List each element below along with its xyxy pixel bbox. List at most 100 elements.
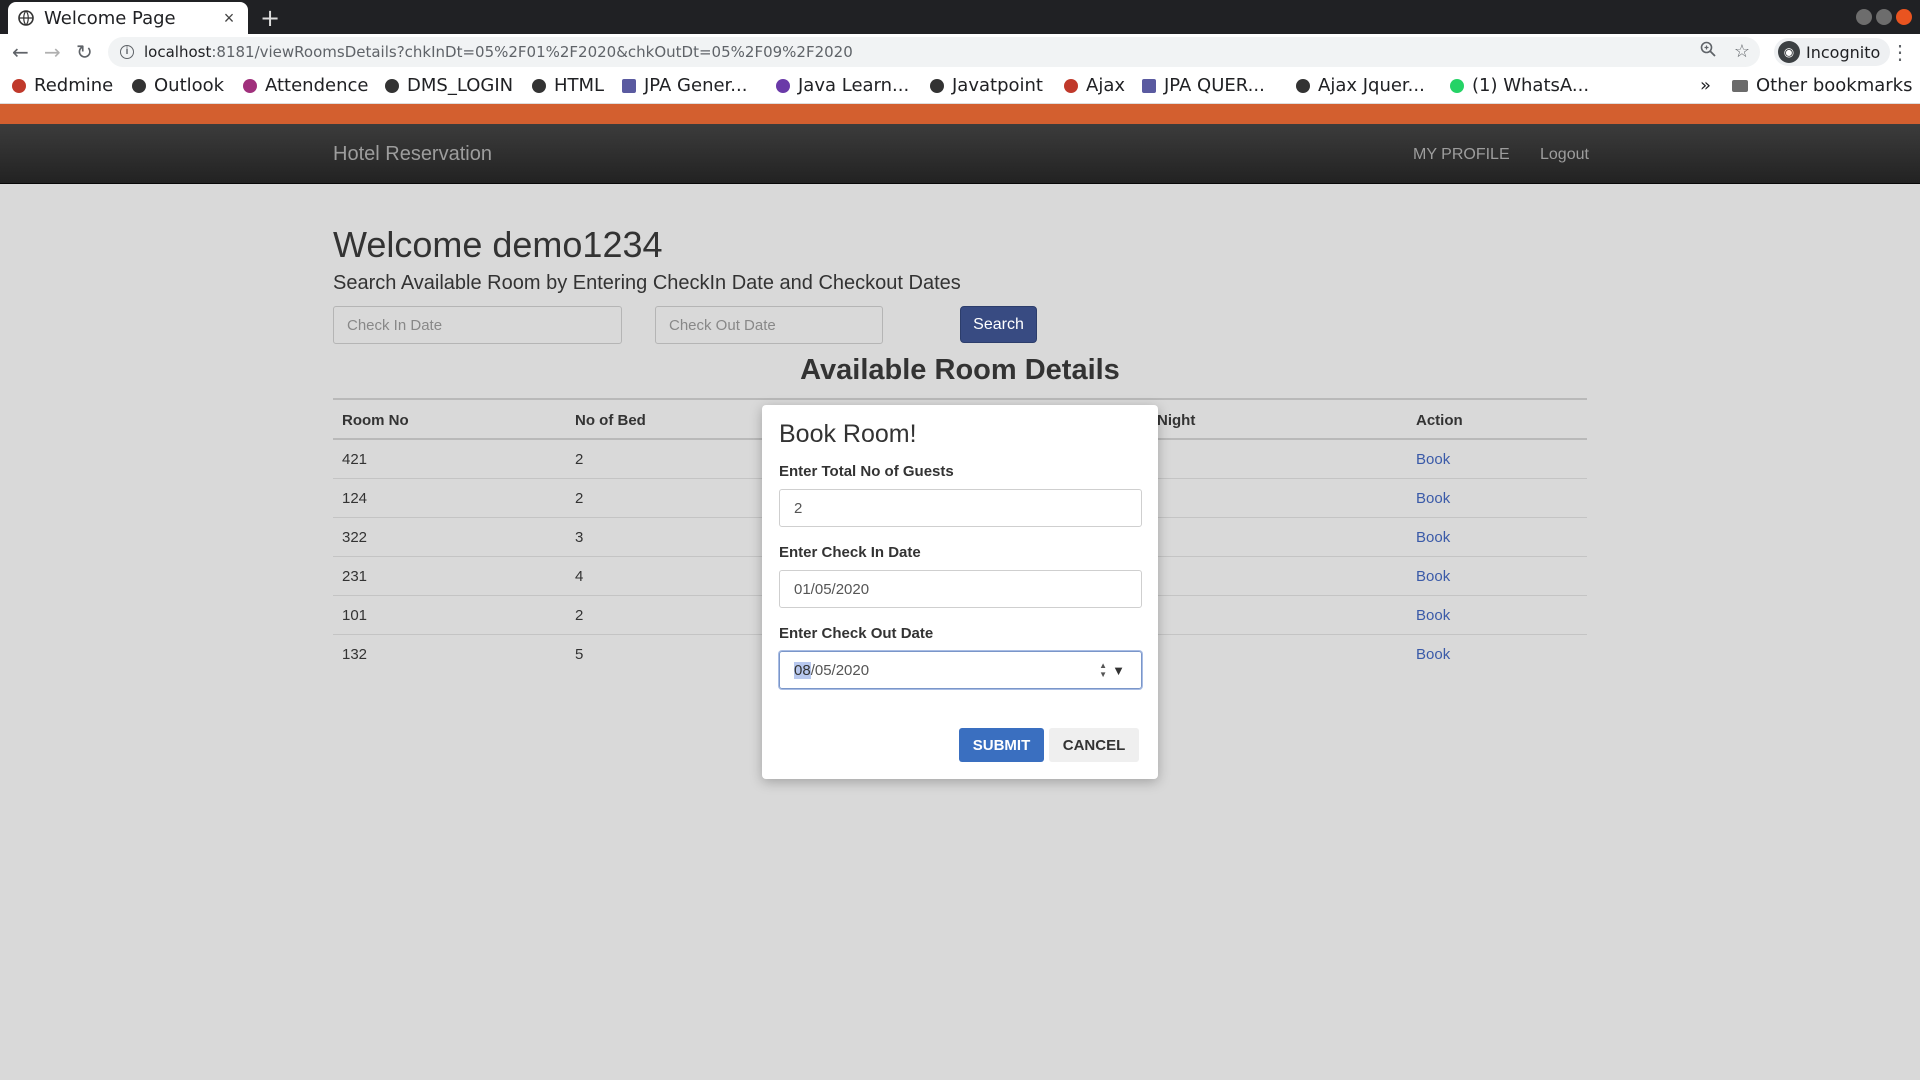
bookmark-label: Java Learn... — [798, 75, 910, 96]
browser-toolbar: ← → ↻ i localhost:8181/viewRoomsDetails?… — [0, 34, 1920, 70]
bookmark-item[interactable]: Java Learn... — [776, 75, 909, 96]
bookmark-label: Ajax — [1086, 75, 1125, 96]
checkin-date-field[interactable]: 01/05/2020 — [779, 570, 1142, 608]
checkin-label: Enter Check In Date — [779, 544, 921, 561]
tab-close-icon[interactable]: × — [220, 8, 238, 29]
bookmark-favicon-icon — [1142, 78, 1156, 93]
other-bookmarks-label: Other bookmarks — [1756, 75, 1913, 96]
tab-title: Welcome Page — [44, 7, 176, 29]
dialog-title: Book Room! — [779, 420, 917, 448]
checkout-date-input[interactable]: Check Out Date — [655, 306, 883, 344]
checkout-day-segment[interactable]: 08 — [794, 661, 811, 679]
column-header-night: Night — [1157, 412, 1196, 429]
address-bar[interactable]: i localhost:8181/viewRoomsDetails?chkInD… — [108, 37, 1760, 67]
book-link[interactable]: Book — [1416, 646, 1450, 663]
incognito-badge[interactable]: ◉ Incognito — [1774, 38, 1891, 66]
bookmark-label: Attendence — [265, 75, 369, 96]
bookmark-favicon-icon — [243, 78, 257, 93]
bookmark-item[interactable]: Attendence — [243, 75, 368, 96]
bookmark-item[interactable]: Ajax — [1064, 75, 1125, 96]
maximize-window-icon[interactable] — [1876, 9, 1892, 25]
bed-count: 2 — [575, 490, 584, 507]
site-info-icon[interactable]: i — [120, 45, 134, 59]
bookmark-label: Javatpoint — [952, 75, 1043, 96]
other-bookmarks[interactable]: Other bookmarks — [1732, 75, 1912, 96]
bookmark-favicon-icon — [1296, 78, 1310, 93]
bookmark-label: DMS_LOGIN — [407, 75, 514, 96]
search-instructions: Search Available Room by Entering CheckI… — [333, 272, 961, 294]
bookmark-item[interactable]: Ajax Jquer... — [1296, 75, 1425, 96]
app-navbar: Hotel Reservation MY PROFILE Logout — [0, 124, 1920, 184]
checkin-placeholder: Check In Date — [347, 316, 443, 334]
book-link[interactable]: Book — [1416, 607, 1450, 624]
reload-icon[interactable]: ↻ — [76, 41, 93, 63]
bookmark-label: Ajax Jquer... — [1318, 75, 1425, 96]
url-host: localhost — [144, 43, 212, 61]
book-link[interactable]: Book — [1416, 568, 1450, 585]
book-link[interactable]: Book — [1416, 490, 1450, 507]
bed-count: 3 — [575, 529, 584, 546]
bookmarks-overflow-icon[interactable]: » — [1700, 75, 1711, 96]
browser-tabstrip: Welcome Page × + — [0, 0, 1920, 34]
checkout-label: Enter Check Out Date — [779, 625, 934, 642]
guests-value: 2 — [794, 499, 803, 517]
bookmark-label: JPA Gener... — [644, 75, 748, 96]
room-number: 322 — [342, 529, 368, 546]
bookmark-label: (1) WhatsA... — [1472, 75, 1590, 96]
checkin-value: 01/05/2020 — [794, 580, 870, 598]
date-spinner-icon[interactable]: ▲ ▼ — [1099, 661, 1107, 679]
room-number: 101 — [342, 607, 368, 624]
logout-link[interactable]: Logout — [1540, 146, 1589, 164]
browser-tab[interactable]: Welcome Page × — [8, 2, 248, 34]
incognito-label: Incognito — [1806, 42, 1881, 62]
bookmark-label: Outlook — [154, 75, 225, 96]
bookmark-item[interactable]: JPA Gener... — [622, 75, 747, 96]
room-number: 124 — [342, 490, 368, 507]
date-picker-dropdown-icon[interactable]: ▼ — [1112, 663, 1125, 678]
my-profile-link[interactable]: MY PROFILE — [1413, 146, 1510, 164]
column-header-action: Action — [1416, 412, 1463, 429]
bookmark-favicon-icon — [132, 78, 146, 93]
bookmark-favicon-icon — [12, 78, 26, 93]
bookmark-item[interactable]: HTML — [532, 75, 604, 96]
forward-icon[interactable]: → — [44, 41, 61, 63]
bookmark-item[interactable]: JPA QUER... — [1142, 75, 1265, 96]
column-header-beds: No of Bed — [575, 412, 646, 429]
back-icon[interactable]: ← — [12, 41, 29, 63]
bookmark-star-icon[interactable]: ☆ — [1734, 41, 1750, 62]
checkin-date-input[interactable]: Check In Date — [333, 306, 622, 344]
bookmark-favicon-icon — [532, 78, 546, 93]
guests-input[interactable]: 2 — [779, 489, 1142, 527]
book-link[interactable]: Book — [1416, 451, 1450, 468]
zoom-icon[interactable] — [1700, 41, 1716, 62]
bookmark-favicon-icon — [385, 78, 399, 93]
submit-button[interactable]: SUBMIT — [959, 728, 1044, 762]
bookmark-item[interactable]: Outlook — [132, 75, 224, 96]
cancel-button[interactable]: CANCEL — [1049, 728, 1139, 762]
brand-link[interactable]: Hotel Reservation — [333, 143, 492, 166]
available-rooms-title: Available Room Details — [800, 354, 1120, 386]
checkout-date-field[interactable]: 08/05/2020 ▲ ▼ ▼ — [779, 651, 1142, 689]
new-tab-icon[interactable]: + — [260, 4, 280, 32]
book-link[interactable]: Book — [1416, 529, 1450, 546]
room-number: 421 — [342, 451, 368, 468]
bookmark-item[interactable]: Redmine — [12, 75, 113, 96]
search-button[interactable]: Search — [960, 306, 1037, 343]
globe-icon — [18, 10, 34, 26]
bookmark-item[interactable]: (1) WhatsA... — [1450, 75, 1589, 96]
book-room-dialog: Book Room! Enter Total No of Guests 2 En… — [762, 405, 1158, 779]
bed-count: 2 — [575, 451, 584, 468]
bookmark-favicon-icon — [776, 78, 790, 93]
bookmark-item[interactable]: Javatpoint — [930, 75, 1043, 96]
bookmark-favicon-icon — [1450, 78, 1464, 93]
room-number: 132 — [342, 646, 368, 663]
browser-menu-icon[interactable]: ⋮ — [1890, 40, 1910, 65]
folder-icon — [1732, 79, 1748, 92]
checkout-value-rest: /05/2020 — [810, 661, 870, 679]
close-window-icon[interactable] — [1896, 9, 1912, 25]
minimize-window-icon[interactable] — [1856, 9, 1872, 25]
bookmark-item[interactable]: DMS_LOGIN — [385, 75, 513, 96]
guests-label: Enter Total No of Guests — [779, 463, 954, 480]
bed-count: 2 — [575, 607, 584, 624]
bed-count: 5 — [575, 646, 584, 663]
